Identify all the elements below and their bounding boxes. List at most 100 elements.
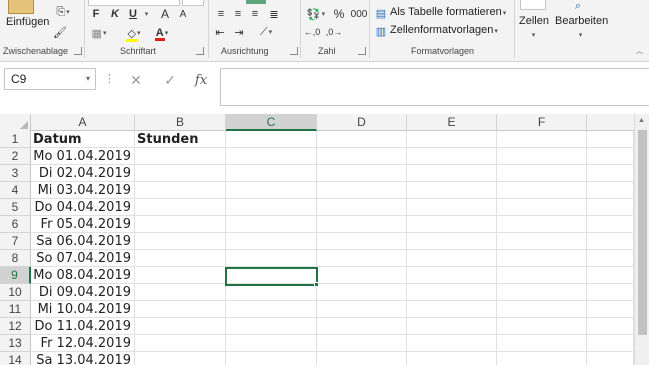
cell[interactable] bbox=[497, 216, 587, 233]
cell[interactable] bbox=[317, 148, 407, 165]
fill-color-icon[interactable]: ◇ ▾ bbox=[123, 25, 145, 42]
cell[interactable] bbox=[226, 233, 317, 250]
row-header[interactable]: 1 bbox=[0, 131, 31, 148]
cell[interactable] bbox=[135, 216, 226, 233]
scroll-up-icon[interactable]: ▲ bbox=[638, 117, 645, 124]
confirm-entry-icon[interactable]: ✓ bbox=[159, 70, 181, 90]
cell[interactable]: Di 09.04.2019 bbox=[31, 284, 135, 301]
cell[interactable] bbox=[497, 131, 587, 148]
row-header[interactable]: 13 bbox=[0, 335, 31, 352]
cell[interactable] bbox=[135, 165, 226, 182]
cell[interactable] bbox=[407, 148, 497, 165]
fill-handle[interactable] bbox=[314, 282, 319, 287]
align-right-icon[interactable]: ≡ bbox=[247, 7, 263, 21]
cell[interactable]: Stunden bbox=[135, 131, 226, 148]
row-header[interactable]: 9 bbox=[0, 267, 31, 284]
cell-styles-button[interactable]: Zellenformatvorlagen▾ bbox=[390, 24, 498, 36]
cell[interactable] bbox=[226, 199, 317, 216]
italic-button[interactable]: K bbox=[107, 6, 123, 22]
row-header[interactable]: 3 bbox=[0, 165, 31, 182]
cell[interactable] bbox=[497, 352, 587, 365]
cell[interactable] bbox=[497, 301, 587, 318]
cell[interactable]: Fr 05.04.2019 bbox=[31, 216, 135, 233]
cell[interactable] bbox=[407, 335, 497, 352]
name-box[interactable]: C9 ▾ bbox=[4, 68, 96, 90]
row-header[interactable]: 7 bbox=[0, 233, 31, 250]
cell[interactable]: Do 04.04.2019 bbox=[31, 199, 135, 216]
formula-bar-splitter[interactable]: ⋮ bbox=[104, 72, 115, 85]
cell[interactable] bbox=[317, 318, 407, 335]
row-header[interactable]: 14 bbox=[0, 352, 31, 365]
cell[interactable] bbox=[226, 148, 317, 165]
cell[interactable] bbox=[226, 131, 317, 148]
cell[interactable] bbox=[226, 182, 317, 199]
align-left-icon[interactable]: ≡ bbox=[213, 7, 229, 21]
select-all-button[interactable] bbox=[0, 114, 31, 131]
column-header-b[interactable]: B bbox=[135, 114, 226, 131]
cell[interactable] bbox=[226, 352, 317, 365]
cell[interactable] bbox=[135, 318, 226, 335]
font-color-icon[interactable]: A ▾ bbox=[151, 25, 173, 41]
cell[interactable] bbox=[587, 250, 634, 267]
underline-dropdown-icon[interactable]: ▾ bbox=[141, 6, 151, 22]
cell[interactable]: So 07.04.2019 bbox=[31, 250, 135, 267]
cell[interactable] bbox=[587, 335, 634, 352]
cell[interactable]: Sa 13.04.2019 bbox=[31, 352, 135, 365]
cell[interactable] bbox=[407, 199, 497, 216]
scroll-thumb[interactable] bbox=[638, 130, 647, 335]
active-cell-c9[interactable] bbox=[225, 267, 319, 287]
cell[interactable] bbox=[317, 284, 407, 301]
font-size-combo[interactable] bbox=[182, 0, 204, 6]
cells-dropdown-icon[interactable]: ▾ bbox=[528, 30, 538, 40]
cell[interactable]: Fr 12.04.2019 bbox=[31, 335, 135, 352]
cell[interactable] bbox=[497, 284, 587, 301]
vertical-scrollbar[interactable]: ▲ bbox=[634, 114, 649, 365]
cell[interactable] bbox=[587, 199, 634, 216]
cell[interactable] bbox=[587, 267, 634, 284]
orientation-icon[interactable]: ⟋ ▾ bbox=[255, 25, 277, 39]
cell[interactable] bbox=[135, 199, 226, 216]
cancel-entry-icon[interactable]: ✕ bbox=[125, 70, 147, 90]
cell[interactable]: Mi 10.04.2019 bbox=[31, 301, 135, 318]
cell[interactable]: Mo 08.04.2019 bbox=[31, 267, 135, 284]
cell[interactable] bbox=[135, 233, 226, 250]
cell[interactable] bbox=[587, 131, 634, 148]
underline-button[interactable]: U bbox=[125, 6, 141, 22]
cell[interactable] bbox=[317, 233, 407, 250]
cell[interactable] bbox=[497, 335, 587, 352]
font-grow-button[interactable]: A bbox=[158, 6, 172, 22]
cell[interactable] bbox=[135, 284, 226, 301]
cell[interactable] bbox=[317, 352, 407, 365]
font-launcher-icon[interactable] bbox=[196, 47, 204, 55]
cell[interactable]: Sa 06.04.2019 bbox=[31, 233, 135, 250]
cells-button[interactable]: Zellen bbox=[519, 15, 549, 27]
cell[interactable]: Di 02.04.2019 bbox=[31, 165, 135, 182]
increase-indent-icon[interactable]: ⇥ bbox=[231, 25, 247, 39]
copy-icon[interactable]: ⎘ ▾ bbox=[52, 4, 74, 20]
cell[interactable]: Do 11.04.2019 bbox=[31, 318, 135, 335]
cell[interactable] bbox=[226, 335, 317, 352]
cell[interactable] bbox=[135, 250, 226, 267]
cell[interactable] bbox=[135, 335, 226, 352]
decrease-indent-icon[interactable]: ⇤ bbox=[212, 25, 228, 39]
format-painter-icon[interactable]: 🖌 bbox=[52, 24, 68, 40]
column-header-e[interactable]: E bbox=[407, 114, 497, 131]
cell[interactable] bbox=[587, 318, 634, 335]
bold-button[interactable]: F bbox=[88, 6, 104, 22]
cell[interactable] bbox=[587, 216, 634, 233]
collapse-ribbon-icon[interactable]: ︿ bbox=[633, 46, 645, 56]
column-header-c[interactable]: C bbox=[226, 114, 317, 131]
cell[interactable] bbox=[407, 318, 497, 335]
cell[interactable] bbox=[407, 284, 497, 301]
cell[interactable] bbox=[317, 182, 407, 199]
row-header[interactable]: 10 bbox=[0, 284, 31, 301]
formula-input[interactable] bbox=[220, 68, 649, 106]
cell[interactable] bbox=[226, 284, 317, 301]
cell[interactable] bbox=[135, 148, 226, 165]
cell[interactable] bbox=[587, 233, 634, 250]
column-header-a[interactable]: A bbox=[31, 114, 135, 131]
cell[interactable] bbox=[226, 301, 317, 318]
cell[interactable] bbox=[497, 148, 587, 165]
cell[interactable] bbox=[135, 352, 226, 365]
cell[interactable] bbox=[317, 199, 407, 216]
